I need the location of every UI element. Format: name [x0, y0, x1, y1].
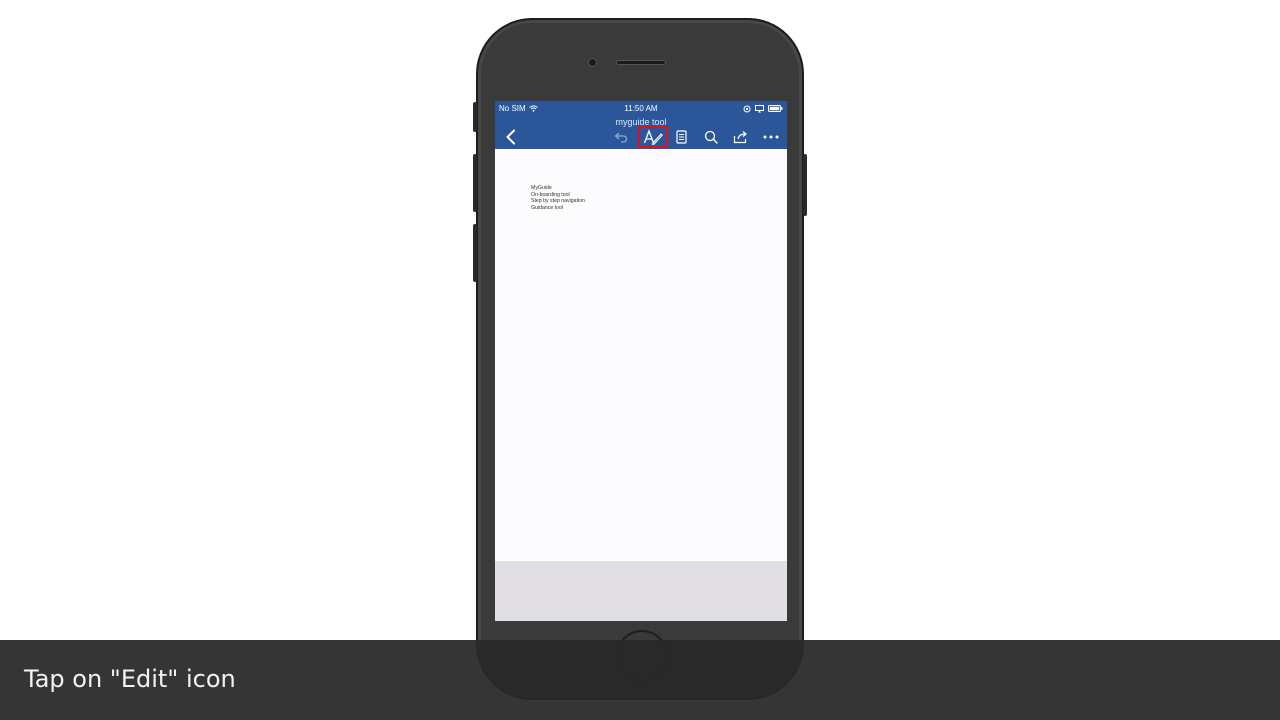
edit-icon: [643, 129, 663, 145]
caption-bar: Tap on "Edit" icon: [0, 640, 1280, 720]
search-button[interactable]: [699, 127, 723, 147]
undo-button[interactable]: [609, 127, 633, 147]
back-icon: [505, 129, 517, 145]
document-body: MyGuide On-boarding tool Step by step na…: [531, 185, 585, 211]
word-toolbar: myguide tool: [495, 116, 787, 149]
share-icon: [733, 130, 749, 144]
reading-view-button[interactable]: [669, 127, 693, 147]
volume-down-button: [473, 224, 477, 282]
bottom-gray-area: [495, 561, 787, 621]
document-line: On-boarding tool: [531, 191, 570, 198]
more-icon: [763, 135, 779, 139]
document-line: MyGuide: [531, 185, 552, 191]
volume-up-button: [473, 154, 477, 212]
document-page[interactable]: MyGuide On-boarding tool Step by step na…: [495, 149, 787, 561]
phone-screen: No SIM 11:50 AM myguide tool MyGuide On-…: [495, 101, 787, 621]
caption-text: Tap on "Edit" icon: [24, 665, 236, 693]
search-icon: [704, 130, 718, 144]
power-button: [803, 154, 807, 216]
earpiece-speaker: [616, 60, 666, 65]
phone-frame: No SIM 11:50 AM myguide tool MyGuide On-…: [473, 18, 807, 700]
screen-mirroring-icon: [755, 104, 764, 113]
undo-icon: [614, 131, 628, 143]
battery-icon: [768, 105, 783, 112]
front-camera: [588, 58, 597, 67]
status-bar: No SIM 11:50 AM: [495, 101, 787, 116]
mute-switch: [473, 102, 477, 132]
more-button[interactable]: [759, 127, 783, 147]
edit-button[interactable]: [638, 126, 668, 148]
document-line: Guidance tool: [531, 204, 564, 211]
reading-view-icon: [675, 130, 687, 144]
back-button[interactable]: [499, 127, 523, 147]
share-button[interactable]: [729, 127, 753, 147]
orientation-lock-icon: [743, 105, 751, 113]
document-line: Step by step navigation: [531, 198, 585, 205]
